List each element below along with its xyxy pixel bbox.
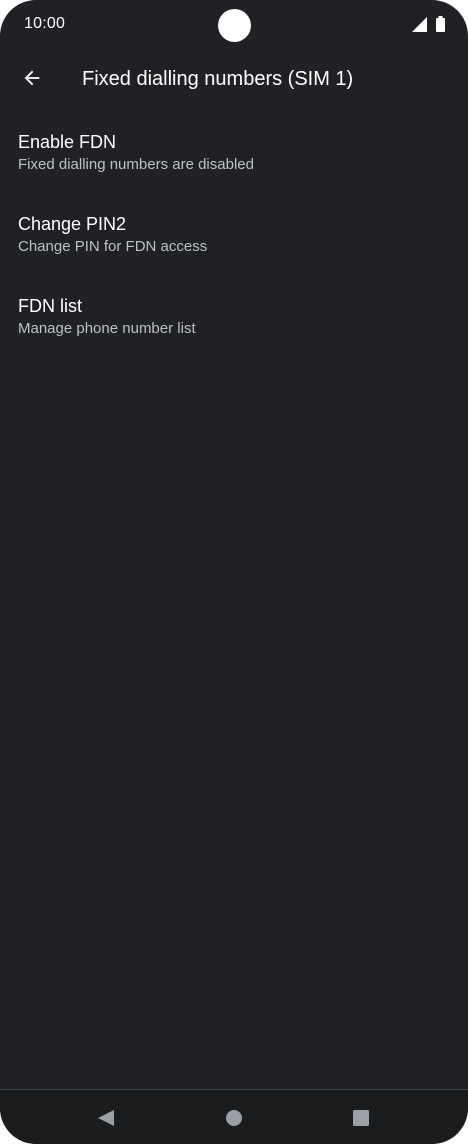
preference-summary: Change PIN for FDN access (18, 238, 208, 255)
nav-back-button[interactable] (86, 1098, 126, 1138)
battery-icon (436, 16, 445, 32)
app-bar: Fixed dialling numbers (SIM 1) (0, 50, 468, 110)
status-bar: 10:00 (0, 0, 468, 50)
preference-title: Change PIN2 (18, 214, 127, 234)
preference-list: Enable FDN Fixed dialling numbers are di… (0, 120, 468, 366)
preference-summary: Fixed dialling numbers are disabled (18, 156, 254, 173)
fdn-list-item[interactable]: FDN list Manage phone number list (0, 284, 468, 366)
page-title: Fixed dialling numbers (SIM 1) (82, 68, 354, 90)
nav-home-button[interactable] (214, 1098, 254, 1138)
status-time: 10:00 (24, 15, 66, 32)
navigation-bar (0, 1090, 468, 1144)
change-pin2-item[interactable]: Change PIN2 Change PIN for FDN access (0, 202, 468, 284)
preference-title: FDN list (18, 296, 82, 316)
back-button[interactable] (10, 56, 54, 100)
phone-screen: 10:00 Fixed dialling numbers (SIM 1) Ena… (0, 0, 468, 1144)
preference-title: Enable FDN (18, 132, 117, 152)
enable-fdn-item[interactable]: Enable FDN Fixed dialling numbers are di… (0, 120, 468, 202)
nav-home-icon (226, 1110, 242, 1126)
nav-recents-icon (353, 1110, 369, 1126)
arrow-back-icon (24, 70, 40, 86)
nav-back-icon (98, 1110, 114, 1126)
preference-summary: Manage phone number list (18, 320, 196, 337)
nav-recents-button[interactable] (341, 1098, 381, 1138)
signal-icon (412, 17, 427, 32)
camera-cutout (218, 9, 251, 42)
